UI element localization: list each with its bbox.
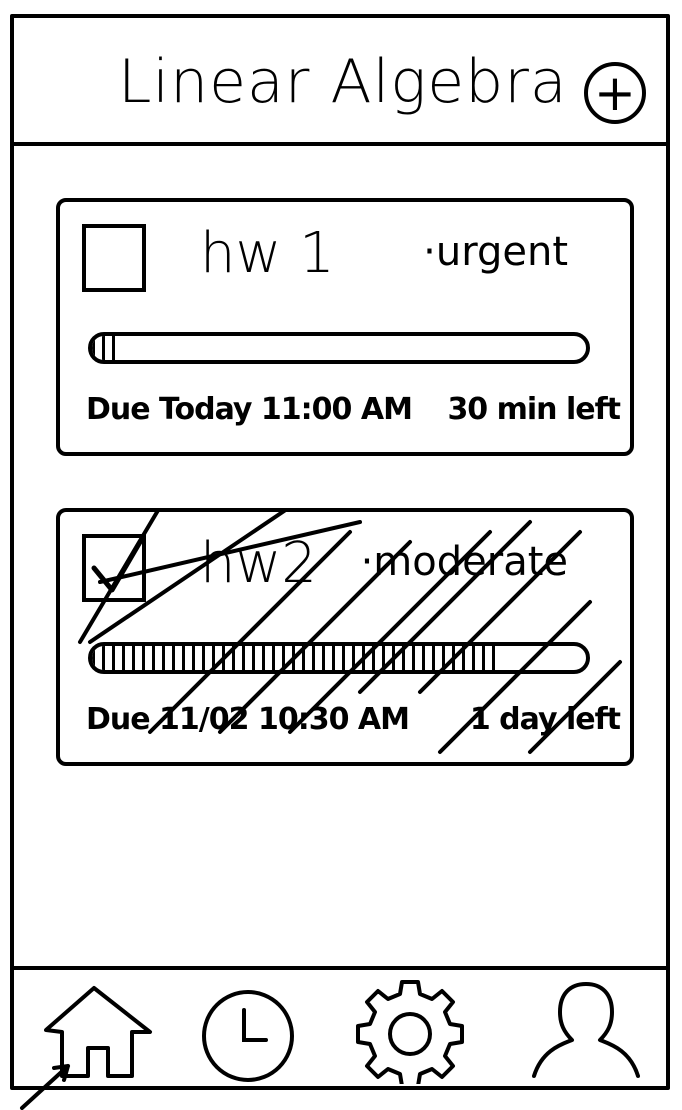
user-icon <box>532 982 640 1078</box>
plus-circle-icon: + <box>594 64 636 122</box>
page-title: Linear Algebra <box>118 47 568 117</box>
priority-label: ·urgent <box>423 229 568 275</box>
time-left: 1 day left <box>469 702 621 737</box>
clock-icon <box>202 990 294 1082</box>
header: Linear Algebra + <box>10 14 670 146</box>
add-task-button[interactable]: + <box>584 62 646 124</box>
nav-settings[interactable] <box>342 980 464 1084</box>
due-row: Due 11/02 10:30 AM 1 day left <box>86 700 621 740</box>
progress-bar <box>88 642 590 674</box>
nav-profile[interactable] <box>530 980 650 1084</box>
pointer-arrow-icon <box>20 1064 70 1110</box>
due-row: Due Today 11:00 AM 30 min left <box>86 390 621 430</box>
progress-fill <box>92 336 117 360</box>
due-date: Due Today 11:00 AM <box>86 392 413 427</box>
task-checkbox[interactable] <box>82 534 146 602</box>
task-checkbox[interactable] <box>82 224 146 292</box>
check-icon <box>91 539 143 593</box>
gear-icon <box>356 980 464 1084</box>
due-date: Due 11/02 10:30 AM <box>86 702 410 737</box>
task-card[interactable]: hw 1 ·urgent Due Today 11:00 AM 30 min l… <box>56 198 634 456</box>
nav-history[interactable] <box>200 980 320 1084</box>
task-name: hw 1 <box>200 221 335 286</box>
priority-label: ·moderate <box>360 539 568 585</box>
progress-fill <box>92 646 498 670</box>
task-card[interactable]: hw2 ·moderate Due 11/02 10:30 AM 1 day l… <box>56 508 634 766</box>
progress-bar <box>88 332 590 364</box>
task-name: hw2 <box>200 531 317 596</box>
time-left: 30 min left <box>447 392 621 427</box>
bottom-nav <box>10 966 670 1090</box>
